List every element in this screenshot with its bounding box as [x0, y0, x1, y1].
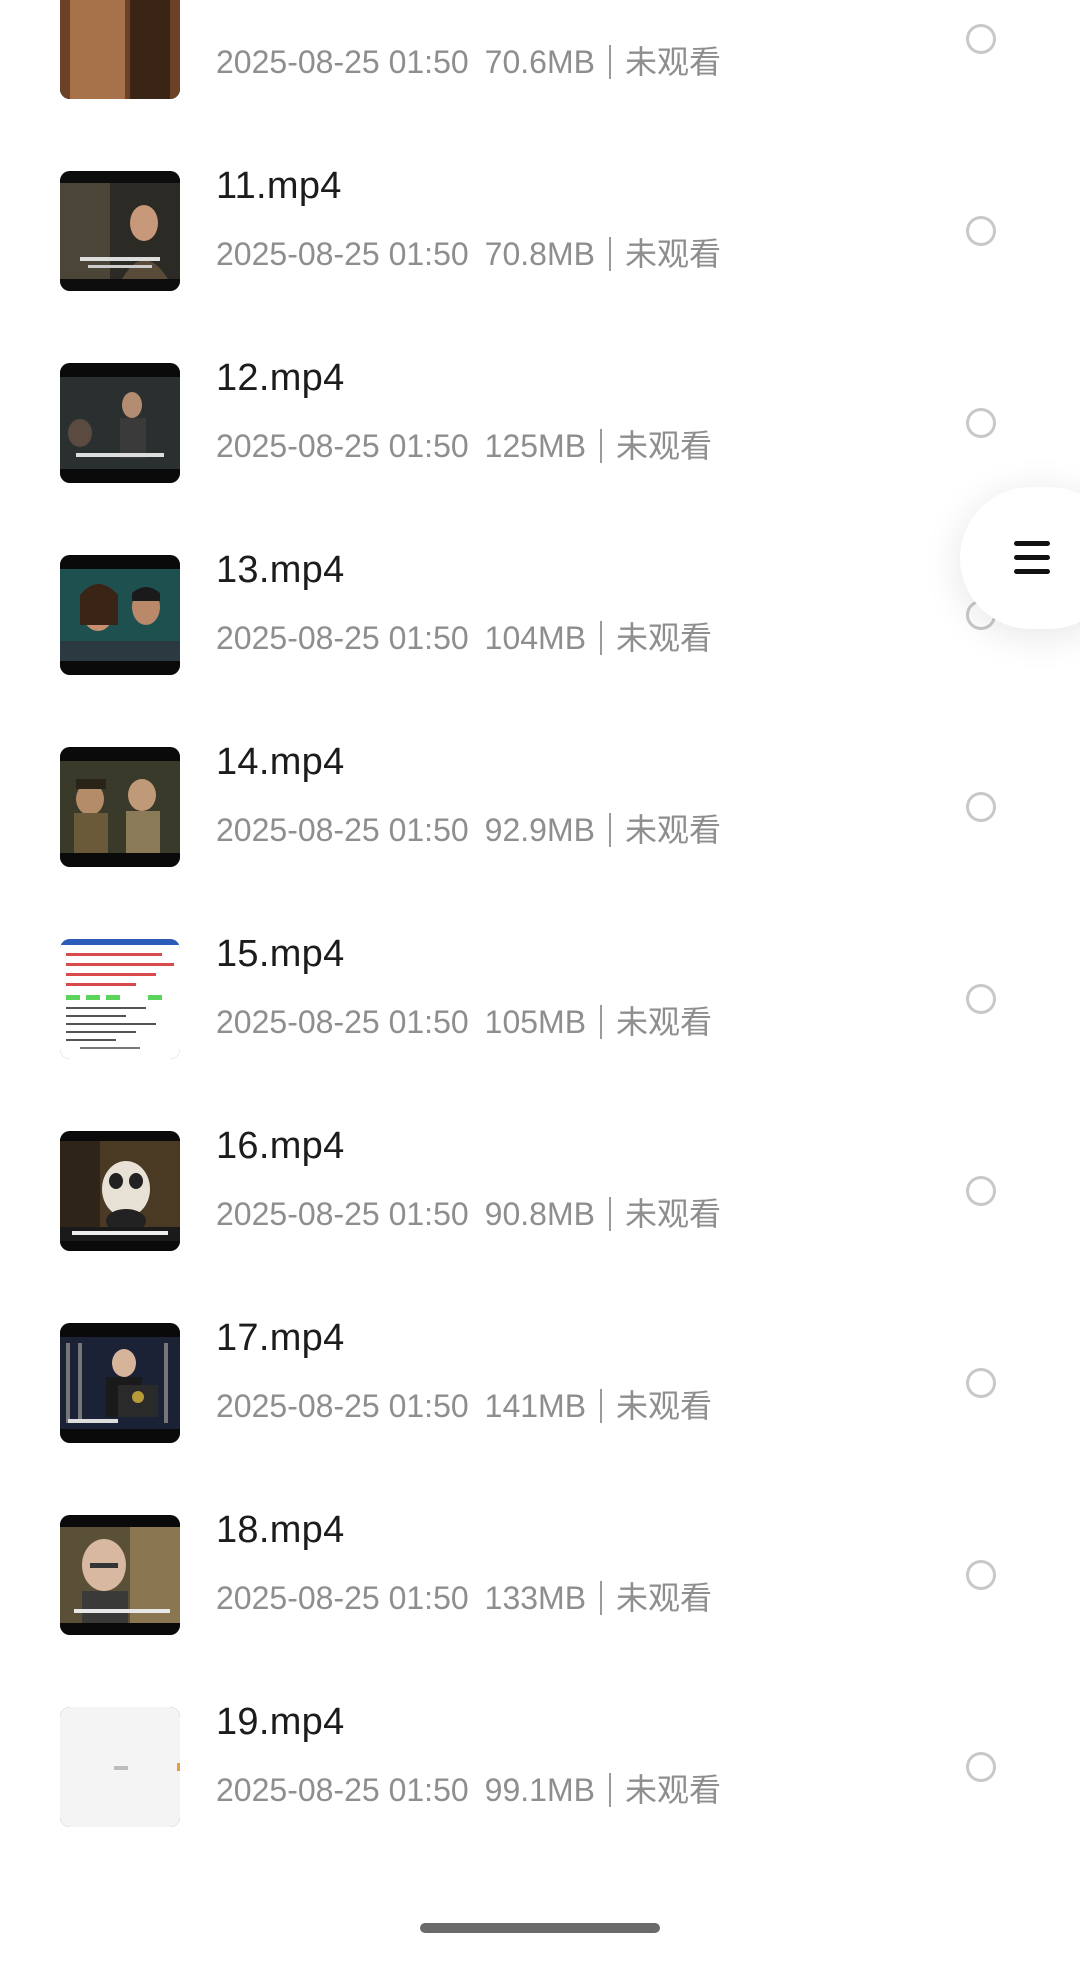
file-name: 20.mp4	[216, 1893, 345, 1895]
floating-menu-button[interactable]	[960, 487, 1080, 629]
meta-divider	[600, 429, 603, 463]
select-radio[interactable]	[966, 24, 996, 54]
file-date: 2025-08-25 01:50	[216, 812, 469, 848]
meta-divider	[608, 813, 611, 847]
list-item[interactable]: 18.mp4 2025-08-25 01:50 133MB 未观看	[0, 1479, 1080, 1671]
meta-divider	[600, 621, 603, 655]
file-name: 18.mp4	[216, 1509, 345, 1551]
watch-status: 未观看	[616, 620, 713, 656]
list-item[interactable]: 17.mp4 2025-08-25 01:50 141MB 未观看	[0, 1287, 1080, 1479]
file-size: 70.6MB	[484, 44, 595, 80]
watch-status: 未观看	[624, 236, 721, 272]
video-thumbnail[interactable]	[60, 363, 180, 483]
meta-divider	[608, 1197, 611, 1231]
list-item[interactable]: 14.mp4 2025-08-25 01:50 92.9MB 未观看	[0, 711, 1080, 903]
video-thumbnail[interactable]	[60, 939, 180, 1059]
file-name: 19.mp4	[216, 1701, 345, 1743]
file-date: 2025-08-25 01:50	[216, 428, 469, 464]
select-radio[interactable]	[966, 1176, 996, 1206]
file-date: 2025-08-25 01:50	[216, 1772, 469, 1808]
file-meta: 2025-08-25 01:50 90.8MB 未观看	[216, 1189, 721, 1235]
file-size: 99.1MB	[484, 1772, 595, 1808]
file-name: 16.mp4	[216, 1125, 345, 1167]
list-item[interactable]: 19.mp4 2025-08-25 01:50 99.1MB 未观看	[0, 1671, 1080, 1863]
video-thumbnail[interactable]	[60, 747, 180, 867]
video-file-list: 2025-08-25 01:50 70.6MB 未观看 11.mp4 2025-08-2…	[0, 0, 1080, 1895]
file-name: 14.mp4	[216, 741, 345, 783]
watch-status: 未观看	[616, 428, 713, 464]
list-item[interactable]: 11.mp4 2025-08-25 01:50 70.8MB 未观看	[0, 135, 1080, 327]
file-meta: 2025-08-25 01:50 105MB 未观看	[216, 997, 712, 1043]
file-size: 90.8MB	[484, 1196, 595, 1232]
file-date: 2025-08-25 01:50	[216, 44, 469, 80]
file-date: 2025-08-25 01:50	[216, 620, 469, 656]
watch-status: 未观看	[624, 1196, 721, 1232]
watch-status: 未观看	[616, 1388, 713, 1424]
file-size: 141MB	[484, 1388, 587, 1424]
file-size: 92.9MB	[484, 812, 595, 848]
file-date: 2025-08-25 01:50	[216, 1004, 469, 1040]
file-meta: 2025-08-25 01:50 141MB 未观看	[216, 1381, 712, 1427]
file-date: 2025-08-25 01:50	[216, 236, 469, 272]
list-item[interactable]: 13.mp4 2025-08-25 01:50 104MB 未观看	[0, 519, 1080, 711]
list-item[interactable]: 20.mp4	[0, 1863, 1080, 1895]
select-radio[interactable]	[966, 984, 996, 1014]
file-size: 104MB	[484, 620, 587, 656]
file-meta: 2025-08-25 01:50 104MB 未观看	[216, 613, 712, 659]
file-name: 17.mp4	[216, 1317, 345, 1359]
file-name: 12.mp4	[216, 357, 345, 399]
watch-status: 未观看	[624, 44, 721, 80]
select-radio[interactable]	[966, 1752, 996, 1782]
meta-divider	[600, 1389, 603, 1423]
file-date: 2025-08-25 01:50	[216, 1388, 469, 1424]
file-meta: 2025-08-25 01:50 70.8MB 未观看	[216, 229, 721, 275]
meta-divider	[608, 45, 611, 79]
video-thumbnail[interactable]	[60, 0, 180, 99]
watch-status: 未观看	[624, 1772, 721, 1808]
file-size: 105MB	[484, 1004, 587, 1040]
watch-status: 未观看	[616, 1004, 713, 1040]
file-name: 13.mp4	[216, 549, 345, 591]
video-thumbnail[interactable]	[60, 1131, 180, 1251]
file-size: 70.8MB	[484, 236, 595, 272]
watch-status: 未观看	[616, 1580, 713, 1616]
video-thumbnail[interactable]	[60, 1707, 180, 1827]
meta-divider	[600, 1005, 603, 1039]
file-date: 2025-08-25 01:50	[216, 1580, 469, 1616]
file-name: 15.mp4	[216, 933, 345, 975]
file-name: 11.mp4	[216, 165, 342, 207]
select-radio[interactable]	[966, 1560, 996, 1590]
file-meta: 2025-08-25 01:50 70.6MB 未观看	[216, 37, 721, 83]
meta-divider	[608, 237, 611, 271]
video-thumbnail[interactable]	[60, 555, 180, 675]
file-meta: 2025-08-25 01:50 99.1MB 未观看	[216, 1765, 721, 1811]
file-meta: 2025-08-25 01:50 92.9MB 未观看	[216, 805, 721, 851]
home-indicator[interactable]	[420, 1923, 660, 1933]
meta-divider	[600, 1581, 603, 1615]
video-thumbnail[interactable]	[60, 1515, 180, 1635]
video-thumbnail[interactable]	[60, 1323, 180, 1443]
list-item[interactable]: 12.mp4 2025-08-25 01:50 125MB 未观看	[0, 327, 1080, 519]
list-item[interactable]: 2025-08-25 01:50 70.6MB 未观看	[0, 0, 1080, 135]
select-radio[interactable]	[966, 792, 996, 822]
video-thumbnail[interactable]	[60, 171, 180, 291]
list-item[interactable]: 16.mp4 2025-08-25 01:50 90.8MB 未观看	[0, 1095, 1080, 1287]
menu-icon[interactable]	[1014, 539, 1052, 577]
file-size: 133MB	[484, 1580, 587, 1616]
file-meta: 2025-08-25 01:50 133MB 未观看	[216, 1573, 712, 1619]
file-date: 2025-08-25 01:50	[216, 1196, 469, 1232]
list-item[interactable]: 15.mp4 2025-08-25 01:50 105MB 未观看	[0, 903, 1080, 1095]
file-meta: 2025-08-25 01:50 125MB 未观看	[216, 421, 712, 467]
file-size: 125MB	[484, 428, 587, 464]
select-radio[interactable]	[966, 408, 996, 438]
select-radio[interactable]	[966, 1368, 996, 1398]
meta-divider	[608, 1773, 611, 1807]
watch-status: 未观看	[624, 812, 721, 848]
select-radio[interactable]	[966, 216, 996, 246]
